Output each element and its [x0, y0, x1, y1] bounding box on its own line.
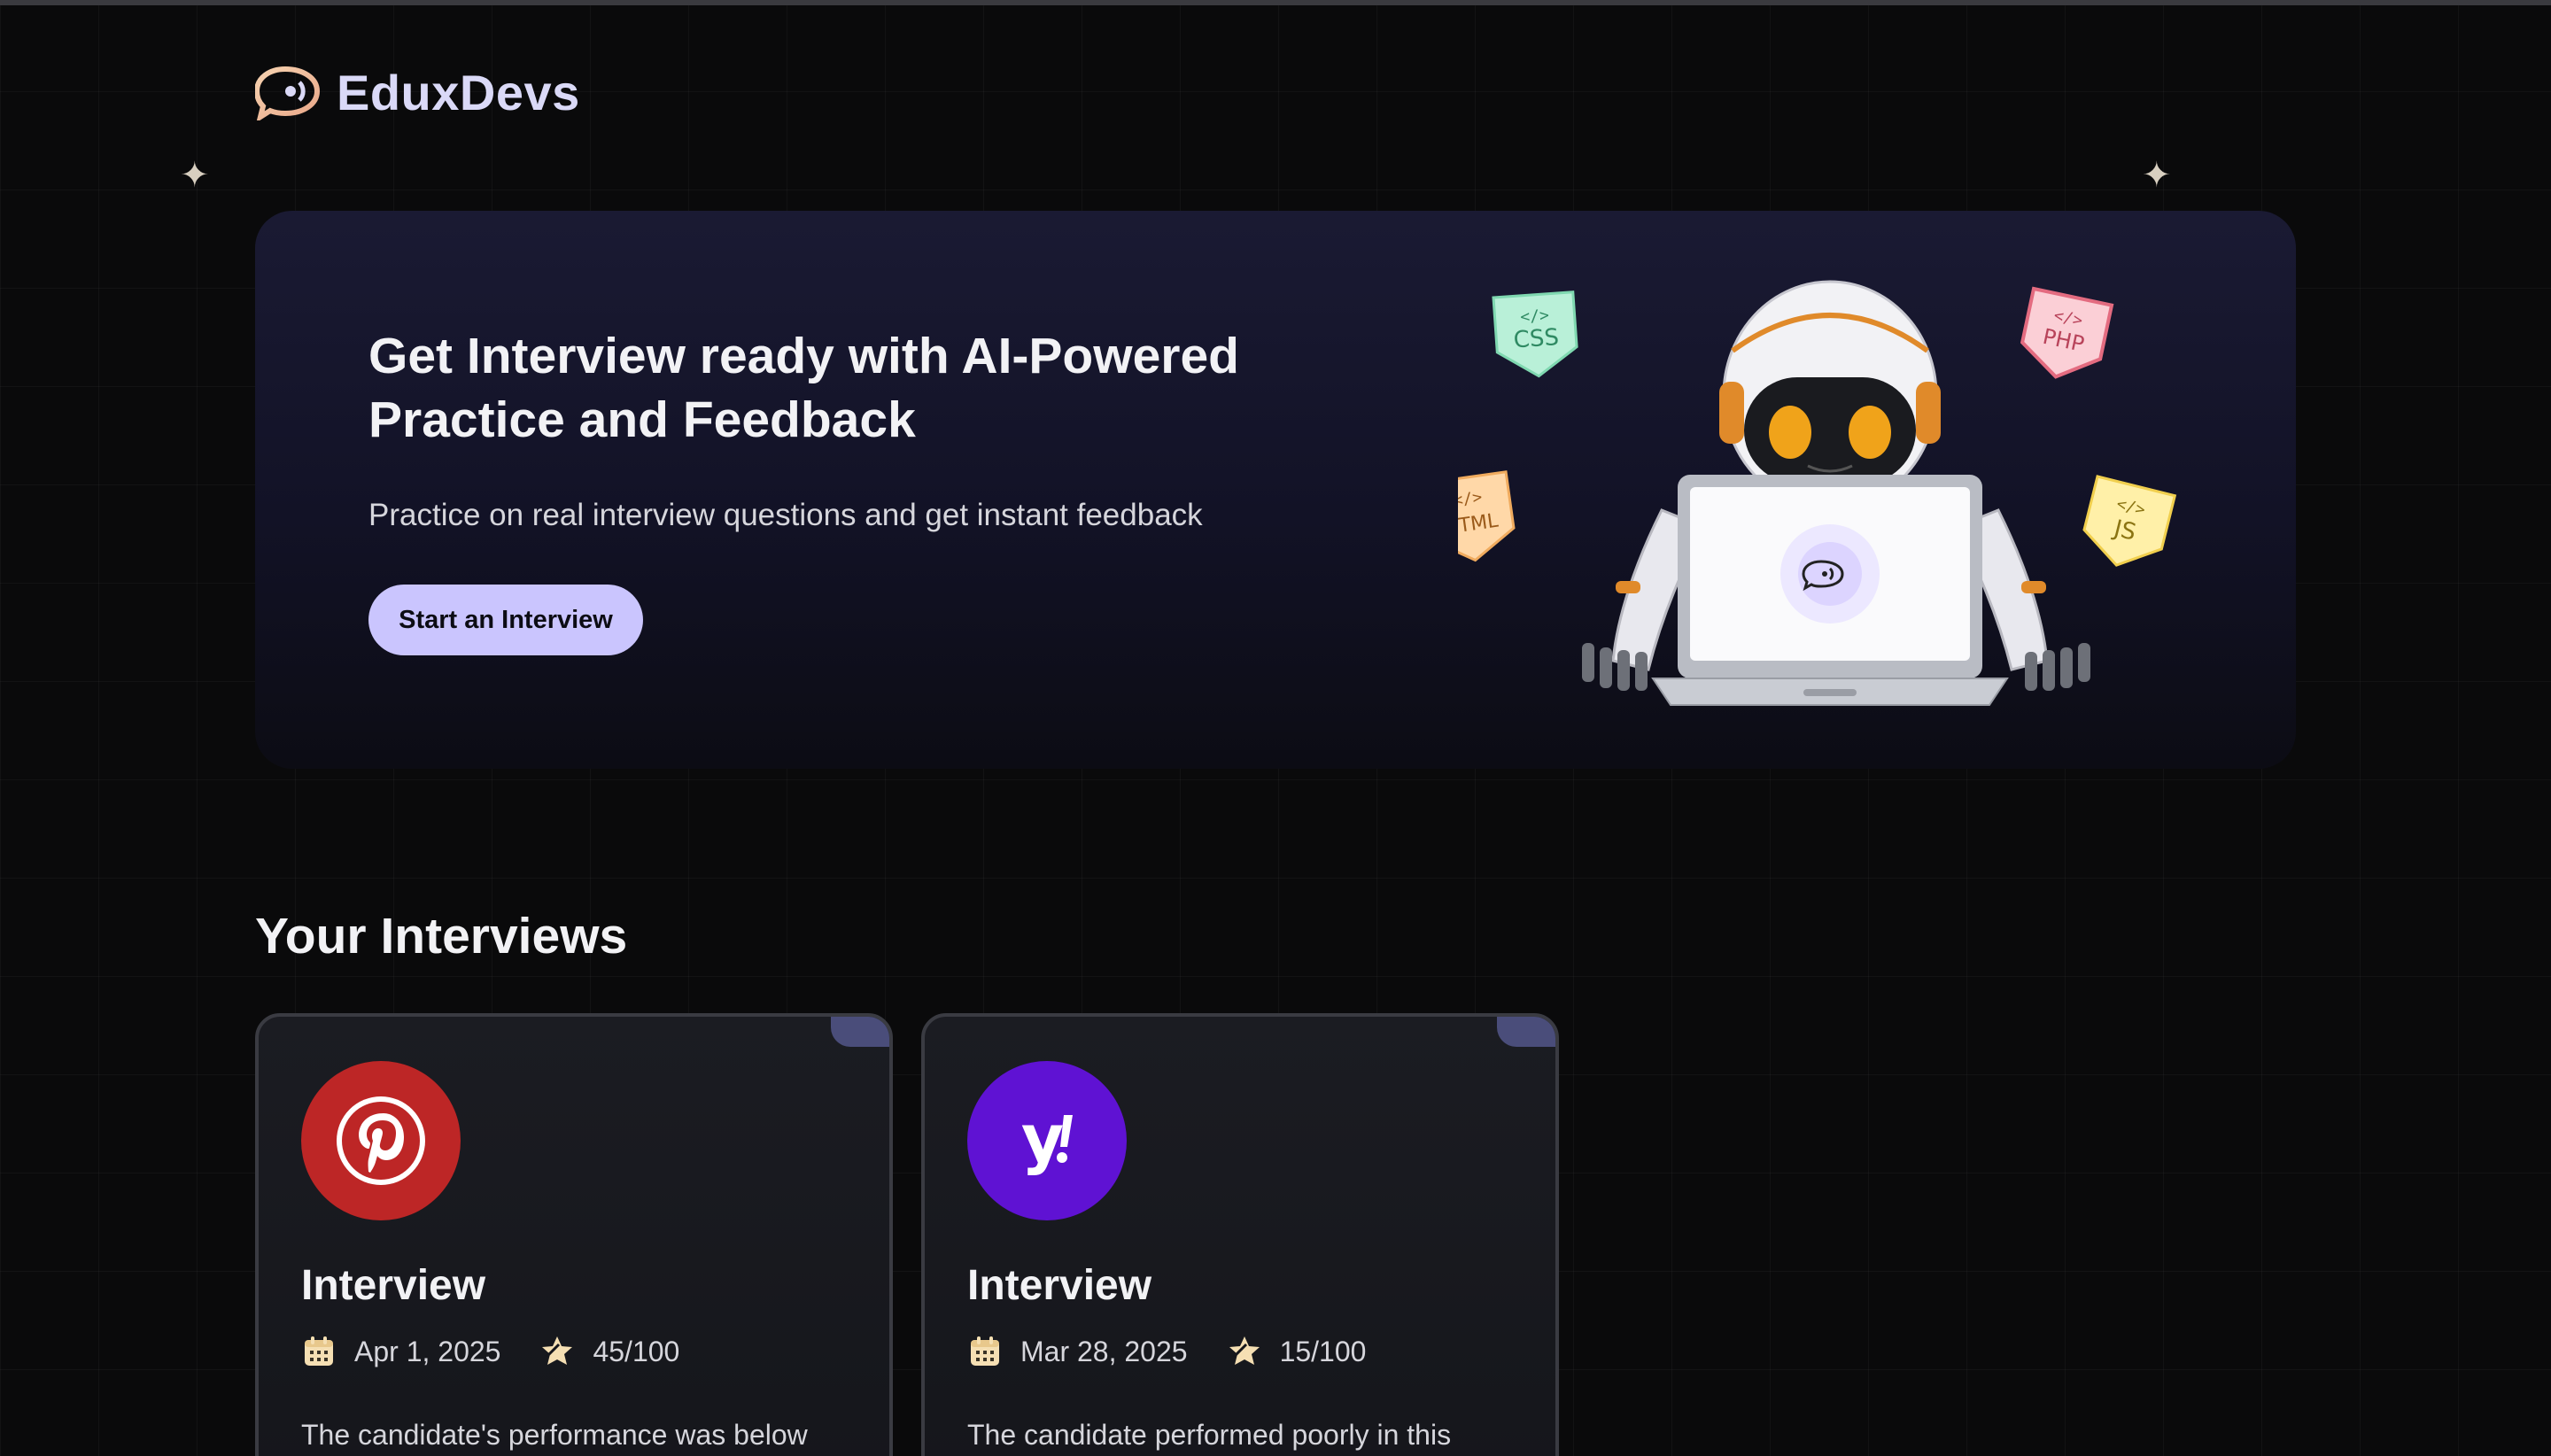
star-icon	[1229, 1336, 1260, 1365]
sparkle-icon: ✦	[2142, 156, 2172, 195]
score-item: 15/100	[1227, 1334, 1367, 1369]
php-tag-icon: PHP </>	[2020, 286, 2114, 379]
date-item: Mar 28, 2025	[967, 1334, 1188, 1369]
interview-card[interactable]: y Interview Mar 28, 2025 15/100 The cand…	[921, 1013, 1559, 1456]
sparkle-icon: ✦	[180, 156, 210, 195]
card-badge	[831, 1017, 889, 1047]
date-item: Apr 1, 2025	[301, 1334, 500, 1369]
card-meta: Mar 28, 2025 15/100	[967, 1334, 1405, 1369]
tag-label: CSS	[1513, 324, 1560, 353]
html-tag-icon: HTML </>	[1458, 470, 1516, 562]
chat-bubble-icon[interactable]	[255, 66, 322, 120]
navbar: EduxDevs	[255, 64, 580, 121]
star-icon	[542, 1336, 573, 1365]
svg-text:</>: </>	[1520, 306, 1550, 327]
calendar-icon	[971, 1336, 999, 1366]
yahoo-logo-icon: y	[967, 1061, 1127, 1220]
hero-title: Get Interview ready with AI-Powered Prac…	[368, 328, 1239, 448]
card-title: Interview	[301, 1262, 486, 1309]
robot-head-icon	[1719, 280, 1941, 510]
section-title-your-interviews: Your Interviews	[255, 908, 628, 964]
js-tag-icon: JS </>	[2082, 475, 2177, 567]
interview-date: Apr 1, 2025	[354, 1335, 501, 1367]
card-title: Interview	[967, 1262, 1152, 1309]
brand-name[interactable]: EduxDevs	[337, 64, 580, 121]
hero-subtitle: Practice on real interview questions and…	[368, 498, 1203, 532]
svg-text:y: y	[1021, 1101, 1064, 1177]
hero-banner: Get Interview ready with AI-Powered Prac…	[255, 211, 2296, 769]
interview-card[interactable]: Interview Apr 1, 2025 45/100 The candida…	[255, 1013, 893, 1456]
interview-date: Mar 28, 2025	[1020, 1335, 1188, 1367]
interview-feedback: The candidate performed poorly in this	[967, 1419, 1452, 1451]
interview-score: 15/100	[1279, 1335, 1367, 1367]
card-meta: Apr 1, 2025 45/100	[301, 1334, 718, 1369]
score-item: 45/100	[539, 1334, 679, 1369]
window-top-border	[0, 0, 2551, 5]
card-badge	[1497, 1017, 1555, 1047]
robot-with-laptop-icon: CSS </> PHP </> HTML </> JS </>	[1458, 280, 2177, 706]
calendar-icon	[305, 1336, 333, 1366]
css-tag-icon: CSS </>	[1492, 290, 1578, 378]
laptop-icon	[1651, 475, 2009, 706]
interview-score: 45/100	[593, 1335, 680, 1367]
start-interview-button[interactable]: Start an Interview	[368, 585, 643, 655]
interview-feedback: The candidate's performance was below	[301, 1419, 808, 1451]
pinterest-logo-icon	[301, 1061, 461, 1220]
